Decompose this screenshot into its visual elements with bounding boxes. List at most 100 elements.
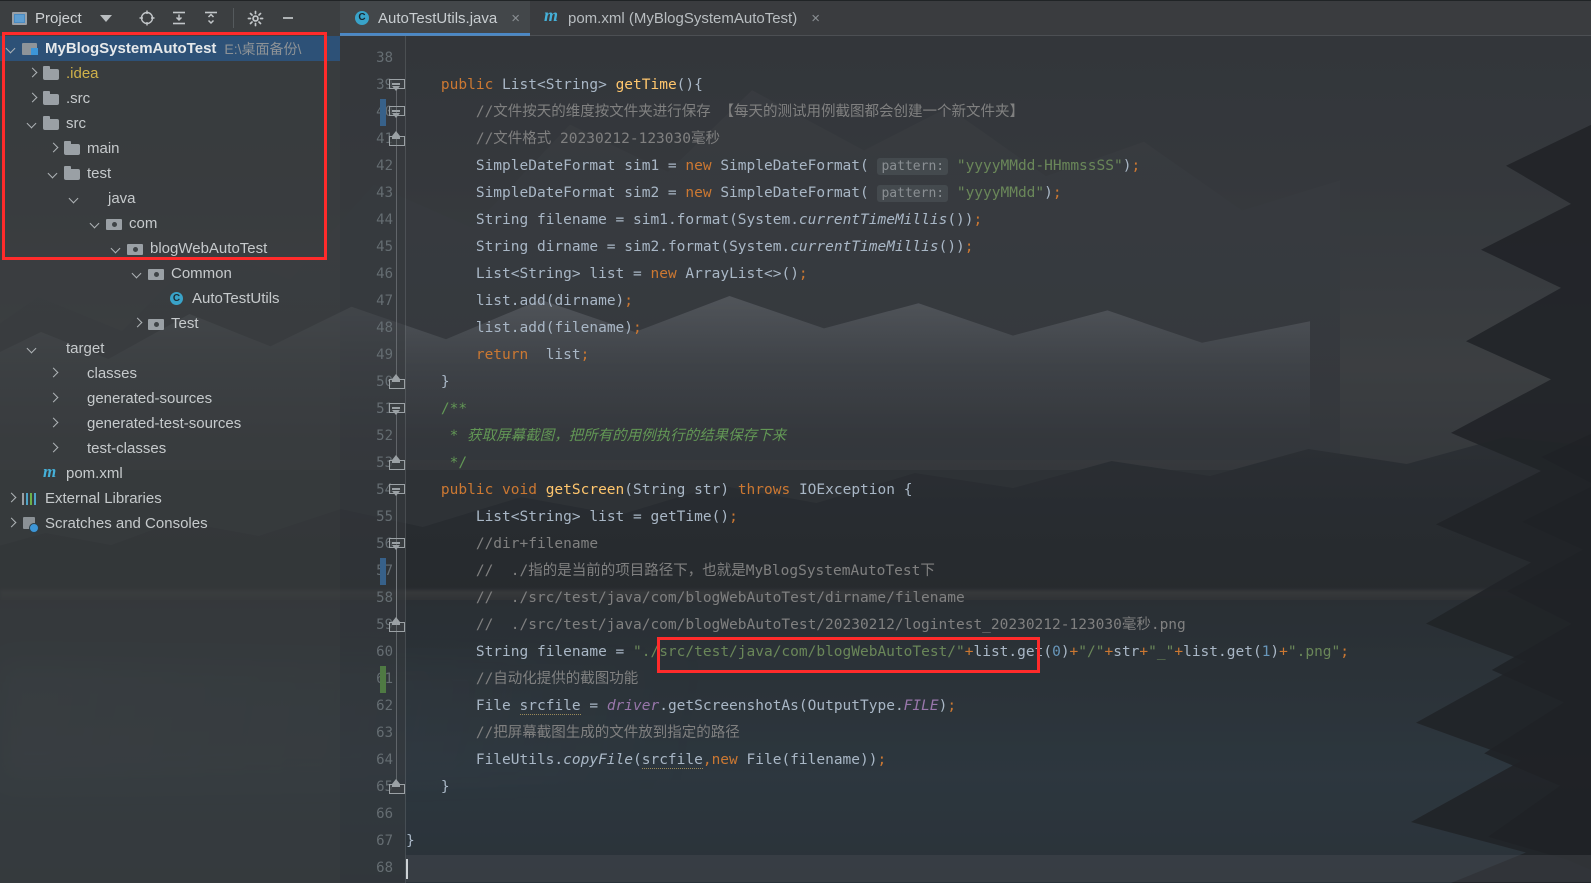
code-line[interactable]: public List<String> getTime(){ (406, 72, 703, 99)
chevron-down-icon[interactable] (6, 43, 17, 54)
tree-item-external-libraries[interactable]: External Libraries (0, 486, 340, 511)
code-line[interactable]: */ (406, 450, 467, 477)
code-line[interactable]: String filename = "./src/test/java/com/b… (406, 639, 1349, 666)
chevron-down-icon[interactable] (27, 343, 38, 354)
editor-tab-bar[interactable]: AutoTestUtils.java×pom.xml (MyBlogSystem… (340, 0, 1591, 36)
code-line[interactable]: SimpleDateFormat sim1 = new SimpleDateFo… (406, 153, 1140, 180)
tree-item-src[interactable]: src (0, 111, 340, 136)
project-tool-window[interactable]: MyBlogSystemAutoTest E:\桌面备份\ .idea .src src… (0, 36, 340, 883)
tree-item-label: generated-test-sources (87, 415, 242, 432)
tree-item-label: test (87, 165, 112, 182)
folder-orange-icon (64, 391, 81, 406)
chevron-right-icon[interactable] (48, 418, 59, 429)
chevron-down-icon[interactable] (99, 14, 112, 22)
tree-item-myblogsystemautotest[interactable]: MyBlogSystemAutoTest E:\桌面备份\ (0, 36, 340, 61)
code-line[interactable]: return list; (406, 342, 590, 369)
close-icon[interactable]: × (811, 11, 820, 26)
chevron-down-icon[interactable] (27, 118, 38, 129)
editor-area[interactable]: AutoTestUtils.java×pom.xml (MyBlogSystem… (340, 0, 1591, 883)
code-line[interactable]: String filename = sim1.format(System.cur… (406, 207, 982, 234)
code-line[interactable]: /** (406, 396, 467, 423)
chevron-right-icon[interactable] (48, 143, 59, 154)
chevron-down-icon[interactable] (48, 168, 59, 179)
chevron-right-icon[interactable] (48, 368, 59, 379)
fold-marker-column[interactable] (385, 36, 405, 883)
code-line[interactable]: List<String> list = new ArrayList<>(); (406, 261, 808, 288)
tree-item-classes[interactable]: classes (0, 361, 340, 386)
chevron-right-icon[interactable] (6, 518, 17, 529)
chevron-down-icon[interactable] (111, 243, 122, 254)
chevron-down-icon[interactable] (69, 193, 80, 204)
code-line[interactable]: // ./src/test/java/com/blogWebAutoTest/2… (406, 612, 1186, 639)
tree-item-common[interactable]: Common (0, 261, 340, 286)
code-line[interactable]: } (406, 828, 415, 855)
tree-item-java[interactable]: java (0, 186, 340, 211)
tab-pom-xml[interactable]: pom.xml (MyBlogSystemAutoTest) × (530, 0, 830, 36)
tree-item-blogwebautotest[interactable]: blogWebAutoTest (0, 236, 340, 261)
fold-guide-line (396, 413, 397, 459)
chevron-right-icon[interactable] (27, 68, 38, 79)
code-line[interactable]: list.add(filename); (406, 315, 642, 342)
hide-panel-icon[interactable] (273, 3, 303, 33)
tree-item-com[interactable]: com (0, 211, 340, 236)
tree-item-dot-src[interactable]: .src (0, 86, 340, 111)
tree-item-label: .idea (66, 65, 99, 82)
code-line[interactable]: FileUtils.copyFile(srcfile,new File(file… (406, 747, 886, 774)
tree-item-main[interactable]: main (0, 136, 340, 161)
code-line[interactable]: // ./指的是当前的项目路径下，也就是MyBlogSystemAutoTest… (406, 558, 935, 585)
fold-bar (392, 461, 400, 463)
code-line[interactable]: List<String> list = getTime(); (406, 504, 738, 531)
tab-autotestutils-java[interactable]: AutoTestUtils.java × (340, 0, 530, 36)
expand-all-icon[interactable] (164, 3, 194, 33)
code-line[interactable]: //把屏幕截图生成的文件放到指定的路径 (406, 720, 740, 747)
tree-item-scratches-and-consoles[interactable]: Scratches and Consoles (0, 511, 340, 536)
chevron-down-icon[interactable] (132, 268, 143, 279)
code-line[interactable]: //文件按天的维度按文件夹进行保存 【每天的测试用例截图都会创建一个新文件夹】 (406, 99, 1024, 126)
project-panel-title[interactable]: Project (0, 10, 82, 27)
code-line[interactable]: //自动化提供的截图功能 (406, 666, 638, 693)
tree-item-generated-sources[interactable]: generated-sources (0, 386, 340, 411)
code-line[interactable]: String dirname = sim2.format(System.curr… (406, 234, 974, 261)
code-line[interactable]: } (406, 369, 450, 396)
code-line[interactable]: * 获取屏幕截图，把所有的用例执行的结果保存下来 (406, 423, 786, 450)
code-line[interactable]: //文件格式 20230212-123030毫秒 (406, 126, 720, 153)
code-text[interactable]: public List<String> getTime(){ //文件按天的维度… (406, 36, 1591, 883)
chevron-right-icon[interactable] (48, 443, 59, 454)
tree-item-target[interactable]: target (0, 336, 340, 361)
tree-item-label: com (129, 215, 158, 232)
tree-item-generated-test-sources[interactable]: generated-test-sources (0, 411, 340, 436)
collapse-all-icon[interactable] (196, 3, 226, 33)
close-icon[interactable]: × (511, 11, 520, 26)
tree-item-label: src (66, 115, 86, 132)
folder-orange-icon (64, 441, 81, 456)
code-line[interactable]: list.add(dirname); (406, 288, 633, 315)
tree-item-label: classes (87, 365, 138, 382)
settings-gear-icon[interactable] (241, 3, 271, 33)
code-editor[interactable]: 3839404142434445464748495051525354555657… (340, 36, 1591, 883)
locate-icon[interactable] (132, 3, 162, 33)
chevron-right-icon[interactable] (132, 318, 143, 329)
code-line[interactable]: File srcfile = driver.getScreenshotAs(Ou… (406, 693, 956, 720)
tree-item-autotestutils[interactable]: AutoTestUtils (0, 286, 340, 311)
code-line[interactable]: // ./src/test/java/com/blogWebAutoTest/d… (406, 585, 965, 612)
chevron-right-icon[interactable] (6, 493, 17, 504)
tree-item-pom-xml[interactable]: pom.xml (0, 461, 340, 486)
chevron-right-icon[interactable] (27, 93, 38, 104)
project-tree[interactable]: MyBlogSystemAutoTest E:\桌面备份\ .idea .src src… (0, 36, 340, 536)
tree-item-test[interactable]: test (0, 161, 340, 186)
tree-item-label: MyBlogSystemAutoTest (45, 40, 217, 57)
tree-item-test-pkg[interactable]: Test (0, 311, 340, 336)
code-line[interactable]: //dir+filename (406, 531, 598, 558)
chevron-down-icon[interactable] (90, 218, 101, 229)
toolbar-separator (232, 8, 234, 28)
code-line[interactable]: SimpleDateFormat sim2 = new SimpleDateFo… (406, 180, 1062, 207)
code-line[interactable]: } (406, 774, 450, 801)
tree-item-label: pom.xml (66, 465, 123, 482)
pkg-icon (127, 241, 144, 256)
tree-item-idea[interactable]: .idea (0, 61, 340, 86)
pkg-icon (148, 266, 165, 281)
code-line[interactable]: public void getScreen(String str) throws… (406, 477, 913, 504)
chevron-right-icon[interactable] (48, 393, 59, 404)
tree-item-test-classes[interactable]: test-classes (0, 436, 340, 461)
